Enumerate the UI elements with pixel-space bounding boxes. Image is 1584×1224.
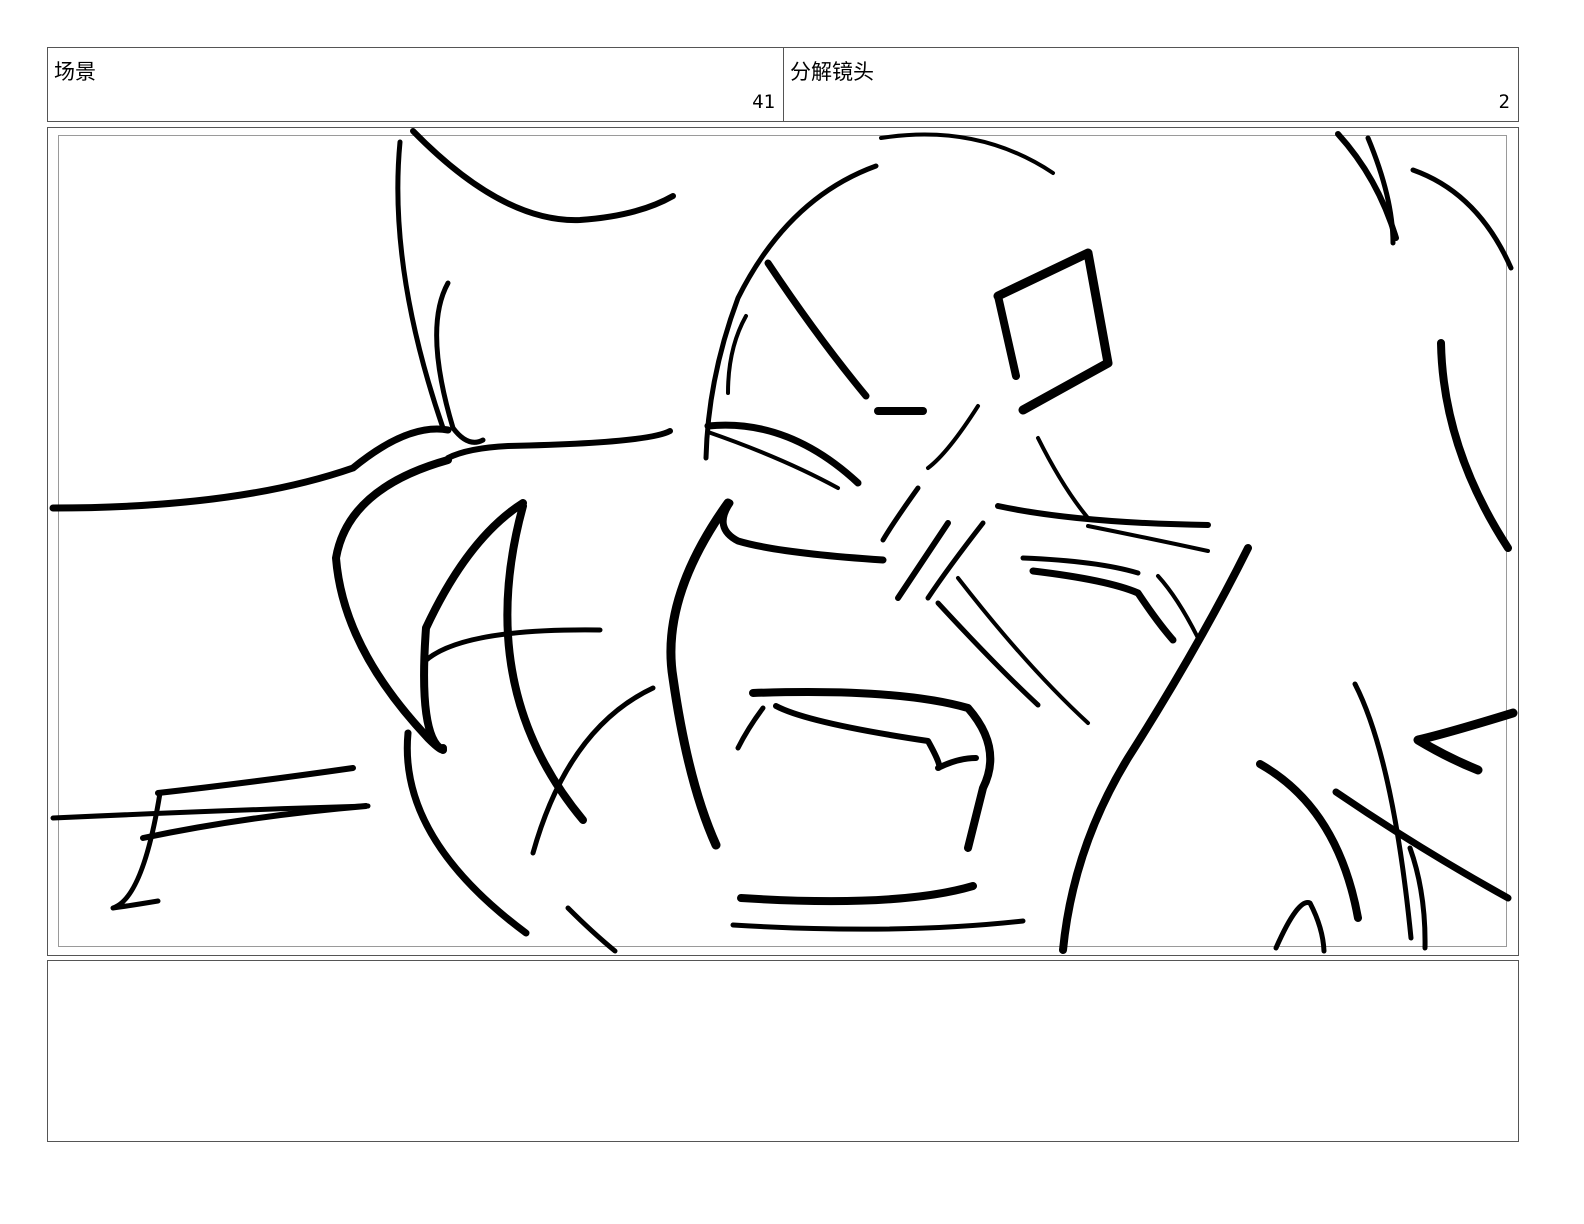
- shot-label: 分解镜头: [790, 60, 874, 84]
- storyboard-sketch-face-icon: [49, 128, 1518, 954]
- storyboard-panel: [47, 127, 1519, 956]
- shot-field: 分解镜头 2: [783, 47, 1519, 122]
- scene-label: 场景: [54, 60, 96, 84]
- shot-number: 2: [1498, 91, 1510, 113]
- scene-field: 场景 41: [47, 47, 784, 122]
- scene-number: 41: [752, 91, 775, 113]
- notes-box: [47, 960, 1519, 1142]
